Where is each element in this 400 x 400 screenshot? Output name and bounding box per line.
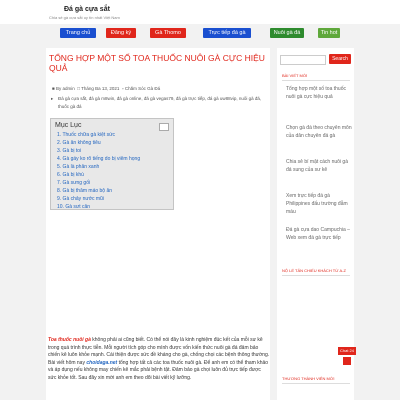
divider [282,80,350,81]
post-category[interactable]: Chăm Sóc Gà Đá [125,86,160,91]
folder-icon: ▫ [121,86,124,91]
toc-item[interactable]: 9. Gà chảy nước mũi [57,196,104,202]
toc-item[interactable]: 5. Gà là phân xanh [57,164,99,170]
toc-item[interactable]: 1. Thuốc chữa gà kiệt sức [57,132,115,138]
highlight-link[interactable]: Toa thuốc nuôi gà [48,337,91,343]
toc-item[interactable]: 6. Gà bị khù [57,172,84,178]
chat-button[interactable]: Chat 24 [338,347,356,355]
nav-ga-thomo[interactable]: Gà Thomo [150,28,186,38]
toc-item[interactable]: 4. Gà gáy ko rõ tiếng do bị viêm họng [57,156,140,162]
table-of-contents: Mục Lục 1. Thuốc chữa gà kiệt sức 2. Gà … [50,118,174,210]
featured-heading: THƯƠNG THÀNH VIÊN MỚI [282,376,335,381]
site-title[interactable]: Đá gà cựa sắt [64,6,110,13]
nav-home[interactable]: Trang chủ [60,28,96,38]
scroll-top-icon[interactable] [343,357,351,365]
recent-post-link[interactable]: Đá gà cựa dao Campuchia – Web xem đá gà … [286,226,352,242]
toc-toggle-button[interactable] [159,123,169,131]
post-tags[interactable]: Đá gà cựa sắt, đá gà m8win, đá gà online… [58,95,268,111]
nav-raising[interactable]: Nuôi gà đá [270,28,304,38]
post-meta: ■ By admin □ Tháng Ba 13, 2021 ▫ Chăm Só… [52,86,160,91]
recent-post-link[interactable]: Xem trực tiếp đá gà Philippines đấu trườ… [286,192,352,216]
toc-item[interactable]: 2. Gà ăn không tiêu [57,140,101,146]
calendar-icon: □ [77,86,80,91]
post-body: Toa thuốc nuôi gà không phải ai cũng biế… [48,337,270,383]
recent-posts-heading: BÀI VIẾT MỚI [282,73,308,78]
divider [282,383,350,384]
site-link[interactable]: choidaga.net [86,360,117,366]
toc-item[interactable]: 8. Gà bị thâm máo bộ ăn [57,188,112,194]
post-title: TỔNG HỢP MỘT SỐ TOA THUỐC NUÔI GÀ CỰC HI… [49,53,265,73]
recent-post-link[interactable]: Chia sẻ bí mật cách nuôi gà đá sung của … [286,158,352,174]
nav-hot[interactable]: Tin hot [318,28,340,38]
nav-live[interactable]: Trực tiếp đá gà [203,28,251,38]
search-input[interactable] [280,55,326,65]
nav-register[interactable]: Đăng ký [106,28,136,38]
post-date: Tháng Ba 13, 2021 [81,86,120,91]
post-author[interactable]: By admin [56,86,75,91]
recent-post-link[interactable]: Chọn gà đá theo chuyên môn của dân chuyê… [286,124,352,140]
toc-item[interactable]: 7. Gà sưng gối [57,180,90,186]
author-icon: ■ [52,86,55,91]
site-header: Đá gà cựa sắt Chia sẻ gà cựa sắt uy tín … [0,0,400,24]
toc-item[interactable]: 3. Gà bị toi [57,148,81,154]
toc-item[interactable]: 10. Gà sưt cân [57,204,90,210]
recent-post-link[interactable]: Tổng hợp một số toa thuốc nuôi gà cực hi… [286,85,352,101]
toc-title: Mục Lục [55,122,82,129]
site-description: Chia sẻ gà cựa sắt uy tín nhất Việt Nam [49,15,120,20]
divider [282,275,350,276]
tag-icon: ▸ [51,96,54,101]
search-button[interactable]: Search [329,54,351,64]
comments-heading: NỘ LỂ TẢN CHIẾU KHÁCH TỪ A-Z [282,268,346,273]
